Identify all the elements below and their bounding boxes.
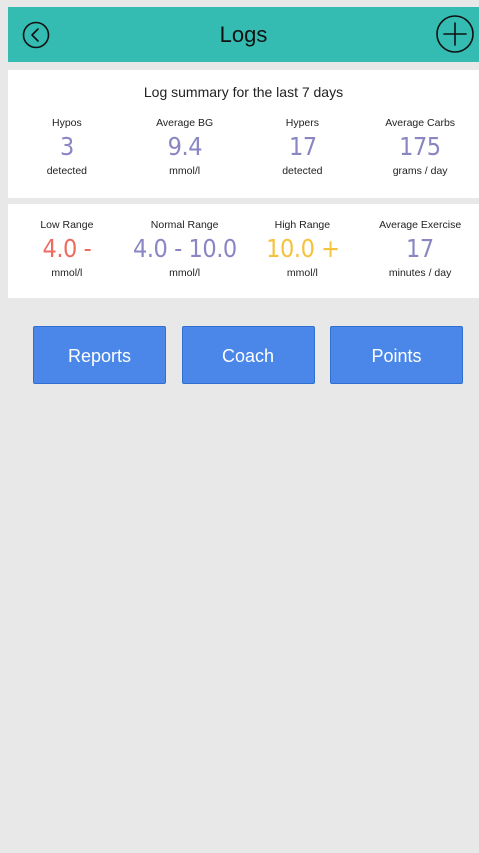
page-title: Logs xyxy=(219,22,268,47)
stat-value: 10.0 + xyxy=(265,234,340,263)
stat-normal-range: Normal Range 4.0 - 10.0 mmol/l xyxy=(126,218,244,280)
stat-label: Normal Range xyxy=(150,219,219,231)
stat-unit: mmol/l xyxy=(286,267,318,279)
log-summary-panel: Log summary for the last 7 days Hypos 3 … xyxy=(8,70,479,198)
summary-stats-row: Hypos 3 detected Average BG 9.4 mmol/l H… xyxy=(8,116,479,178)
app-header: Logs xyxy=(8,7,479,62)
stat-value: 175 xyxy=(399,132,441,161)
stat-average-bg: Average BG 9.4 mmol/l xyxy=(126,116,244,178)
stat-unit: mmol/l xyxy=(169,165,201,177)
stat-value: 9.4 xyxy=(167,132,202,161)
stat-value: 4.0 - 10.0 xyxy=(132,234,237,263)
stat-unit: detected xyxy=(46,165,88,177)
stat-value: 3 xyxy=(59,132,74,161)
stat-hypers: Hypers 17 detected xyxy=(244,116,362,178)
stat-label: Hypers xyxy=(285,117,319,129)
stat-label: Average Exercise xyxy=(379,219,462,231)
stat-high-range: High Range 10.0 + mmol/l xyxy=(244,218,362,280)
stat-average-exercise: Average Exercise 17 minutes / day xyxy=(361,218,479,280)
stat-label: Hypos xyxy=(51,117,82,129)
range-stats-row: Low Range 4.0 - mmol/l Normal Range 4.0 … xyxy=(8,218,479,280)
stat-low-range: Low Range 4.0 - mmol/l xyxy=(8,218,126,280)
stat-value: 4.0 - xyxy=(42,234,92,263)
stat-average-carbs: Average Carbs 175 grams / day xyxy=(361,116,479,178)
stat-unit: minutes / day xyxy=(388,267,452,279)
stat-label: Average BG xyxy=(156,117,214,129)
stat-value: 17 xyxy=(288,132,317,161)
coach-button[interactable]: Coach xyxy=(181,326,315,384)
reports-button[interactable]: Reports xyxy=(33,326,166,384)
stat-value: 17 xyxy=(406,234,434,263)
points-button[interactable]: Points xyxy=(330,326,463,384)
stat-unit: mmol/l xyxy=(51,267,83,279)
stat-unit: detected xyxy=(282,165,323,177)
add-circle-icon xyxy=(436,15,474,53)
stat-unit: grams / day xyxy=(392,165,448,177)
stat-hypos: Hypos 3 detected xyxy=(8,116,126,178)
stat-label: High Range xyxy=(274,219,331,231)
stat-unit: mmol/l xyxy=(169,267,201,279)
add-log-button[interactable] xyxy=(435,14,475,54)
summary-title: Log summary for the last 7 days xyxy=(143,84,344,100)
stat-label: Low Range xyxy=(40,219,94,231)
action-buttons: Reports Coach Points xyxy=(33,326,463,386)
range-panel: Low Range 4.0 - mmol/l Normal Range 4.0 … xyxy=(8,204,479,298)
stat-label: Average Carbs xyxy=(385,117,456,129)
